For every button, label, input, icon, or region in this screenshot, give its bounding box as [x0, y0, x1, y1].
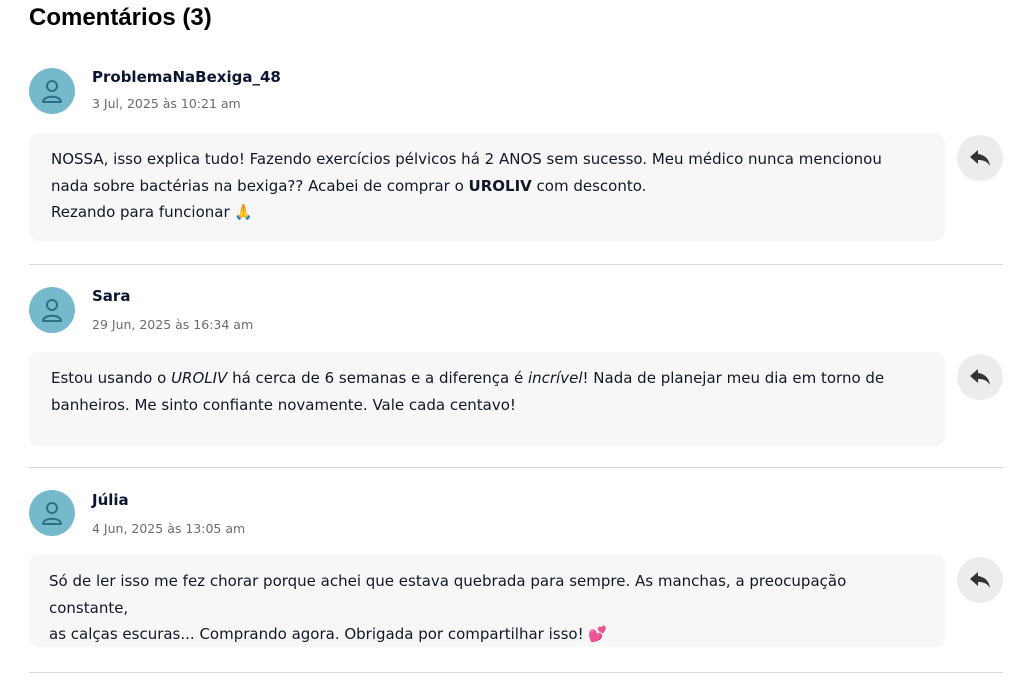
comment-date: 4 Jun, 2025 às 13:05 am [92, 521, 246, 536]
divider [29, 264, 1003, 265]
user-icon [42, 299, 62, 322]
comment-text: Rezando para funcionar 🙏 [51, 203, 254, 221]
reply-button[interactable] [957, 135, 1003, 181]
brand-name: UROLIV [468, 176, 532, 195]
avatar [29, 68, 75, 114]
comment-body: NOSSA, isso explica tudo! Fazendo exercí… [29, 133, 945, 241]
comment-date: 29 Jun, 2025 às 16:34 am [92, 317, 254, 332]
comment-body: Só de ler isso me fez chorar porque ache… [29, 555, 945, 647]
avatar [29, 287, 75, 333]
avatar [29, 490, 75, 536]
reply-icon [970, 150, 990, 166]
emphasis-text: incrível [527, 369, 583, 387]
reply-icon [970, 369, 990, 385]
comment-text: nada sobre bactérias na bexiga?? Acabei … [51, 176, 647, 195]
reply-icon [970, 572, 990, 588]
comment-author[interactable]: Sara [92, 287, 130, 305]
divider [29, 467, 1003, 468]
comment-text: NOSSA, isso explica tudo! Fazendo exercí… [51, 150, 882, 168]
comment-date: 3 Jul, 2025 às 10:21 am [92, 96, 241, 111]
user-icon [42, 80, 62, 103]
reply-button[interactable] [957, 557, 1003, 603]
brand-name: UROLIV [171, 369, 228, 387]
comment-text: banheiros. Me sinto confiante novamente.… [51, 395, 516, 414]
comment-author[interactable]: Júlia [92, 491, 129, 509]
divider [29, 672, 1003, 673]
comment-text: Estou usando o UROLIV há cerca de 6 sema… [51, 369, 885, 387]
comment-body: Estou usando o UROLIV há cerca de 6 sema… [29, 352, 945, 446]
reply-button[interactable] [957, 354, 1003, 400]
user-icon [42, 502, 62, 525]
comment-author[interactable]: ProblemaNaBexiga_48 [92, 68, 281, 86]
comment-text: Só de ler isso me fez chorar porque ache… [49, 572, 847, 617]
comment-text: as calças escuras... Comprando agora. Ob… [49, 625, 608, 643]
page-title: Comentários (3) [29, 4, 212, 31]
